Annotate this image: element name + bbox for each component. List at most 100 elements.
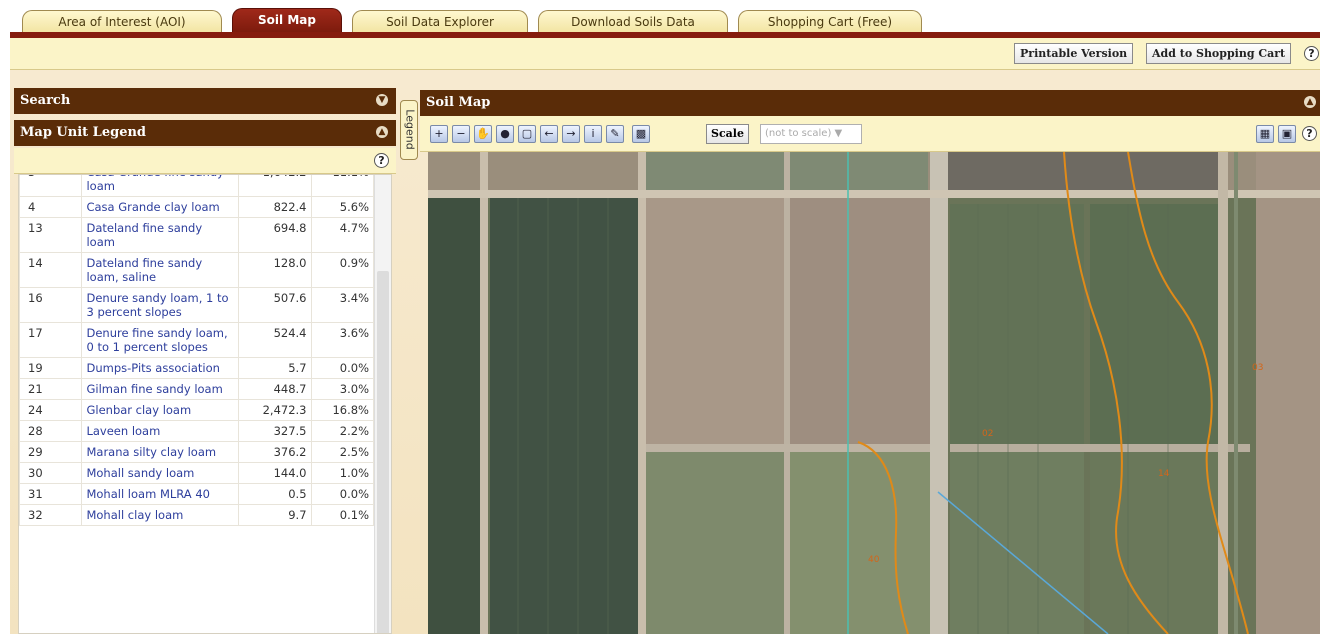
acres-in-aoi: 2,472.3 <box>237 399 312 421</box>
legend-row[interactable]: 14 Dateland fine sandy loam, saline 128.0 0… <box>19 252 375 288</box>
map-unit-name-link[interactable]: Mohall sandy loam <box>81 462 239 484</box>
legend-row[interactable]: 13 Dateland fine sandy loam 694.8 4.7% <box>19 217 375 253</box>
help-icon[interactable]: ? <box>1304 46 1319 61</box>
search-panel-header[interactable]: Search ▼ <box>14 88 396 114</box>
percent-of-aoi: 1.0% <box>310 462 375 484</box>
map-unit-symbol: 31 <box>19 483 83 505</box>
acres-in-aoi: 128.0 <box>237 252 312 288</box>
map-collapse-icon[interactable]: ▲ <box>1304 96 1316 108</box>
full-extent-globe-icon[interactable]: ● <box>496 125 514 143</box>
legend-title: Map Unit Legend <box>20 125 147 140</box>
percent-of-aoi: 2.5% <box>310 441 375 463</box>
map-unit-name-link[interactable]: Dumps-Pits association <box>81 357 239 379</box>
legend-panel-header[interactable]: Map Unit Legend ▲ <box>14 120 396 146</box>
soil-map-panel: Soil Map ▲ + − ✋ ● ▢ ← → i ✎ ▩ Scale (no… <box>420 90 1320 634</box>
acres-in-aoi: 694.8 <box>237 217 312 253</box>
map-unit-symbol: 13 <box>19 217 83 253</box>
map-unit-symbol: 29 <box>19 441 83 463</box>
add-to-shopping-cart-button[interactable]: Add to Shopping Cart <box>1146 43 1292 64</box>
tab-shopping-cart[interactable]: Shopping Cart (Free) <box>738 10 922 34</box>
map-unit-name-link[interactable]: Laveen loam <box>81 420 239 442</box>
measure-ruler-icon[interactable]: ✎ <box>606 125 624 143</box>
pan-hand-icon[interactable]: ✋ <box>474 125 492 143</box>
legend-row[interactable]: 3Casa Grande fine sandy loam1,642.211.1% <box>19 175 375 197</box>
map-unit-symbol: 14 <box>19 252 83 288</box>
collapse-icon[interactable]: ▲ <box>376 126 388 138</box>
acres-in-aoi: 5.7 <box>237 357 312 379</box>
legend-side-tab[interactable]: Legend <box>400 100 418 160</box>
acres-in-aoi: 0.5 <box>237 483 312 505</box>
legend-table-container: 3Casa Grande fine sandy loam1,642.211.1%… <box>18 174 392 634</box>
acres-in-aoi: 376.2 <box>237 441 312 463</box>
acres-in-aoi: 524.4 <box>237 322 312 358</box>
zoom-in-icon[interactable]: + <box>430 125 448 143</box>
legend-row[interactable]: 28 Laveen loam 327.5 2.2% <box>19 420 375 442</box>
legend-row[interactable]: 30 Mohall sandy loam 144.0 1.0% <box>19 462 375 484</box>
map-unit-symbol: 24 <box>19 399 83 421</box>
legend-help-icon[interactable]: ? <box>374 153 389 168</box>
app-window: Area of Interest (AOI) Soil Map Soil Dat… <box>0 0 1320 634</box>
map-unit-name-link[interactable]: Mohall loam MLRA 40 <box>81 483 239 505</box>
legend-row[interactable]: 17 Denure fine sandy loam, 0 to 1 percent… <box>19 322 375 358</box>
map-toolbar: + − ✋ ● ▢ ← → i ✎ ▩ Scale (not to scale)… <box>420 116 1320 152</box>
map-title: Soil Map <box>426 95 491 110</box>
print-map-icon[interactable]: ▩ <box>632 125 650 143</box>
scale-select[interactable]: (not to scale) ▼ <box>760 124 862 144</box>
legend-scrollbar[interactable] <box>374 175 391 633</box>
map-unit-name-link[interactable]: Dateland fine sandy loam, saline <box>81 252 239 288</box>
map-unit-name-link[interactable]: Casa Grande clay loam <box>81 196 239 218</box>
legend-row[interactable]: 24 Glenbar clay loam 2,472.3 16.8% <box>19 399 375 421</box>
zoom-out-icon[interactable]: − <box>452 125 470 143</box>
legend-row[interactable]: 21 Gilman fine sandy loam 448.7 3.0% <box>19 378 375 400</box>
aerial-imagery: 03 02 14 40 <box>428 152 1320 634</box>
percent-of-aoi: 0.1% <box>310 504 375 526</box>
legend-row[interactable]: 16 Denure sandy loam, 1 to 3 percent slop… <box>19 287 375 323</box>
percent-of-aoi: 3.6% <box>310 322 375 358</box>
printable-version-button[interactable]: Printable Version <box>1014 43 1134 64</box>
search-title: Search <box>20 93 71 108</box>
legend-side-tab-label: Legend <box>403 109 417 150</box>
legend-row[interactable]: 4 Casa Grande clay loam 822.4 5.6% <box>19 196 375 218</box>
legend-row[interactable]: 29 Marana silty clay loam 376.2 2.5% <box>19 441 375 463</box>
map-unit-symbol: 32 <box>19 504 83 526</box>
map-unit-symbol: 19 <box>19 357 83 379</box>
map-unit-name-link[interactable]: Denure sandy loam, 1 to 3 percent slopes <box>81 287 239 323</box>
legend-row[interactable]: 31 Mohall loam MLRA 40 0.5 0.0% <box>19 483 375 505</box>
tab-soil-data-explorer[interactable]: Soil Data Explorer <box>352 10 528 34</box>
scale-button[interactable]: Scale <box>706 124 749 144</box>
legend-toggle-icon[interactable]: ▣ <box>1278 125 1296 143</box>
map-help-icon[interactable]: ? <box>1302 126 1317 141</box>
legend-row[interactable]: 32 Mohall clay loam 9.7 0.1% <box>19 504 375 526</box>
tab-download-soils-data[interactable]: Download Soils Data <box>538 10 728 34</box>
left-panel: Search ▼ Map Unit Legend ▲ ? 3Casa Grand… <box>14 88 396 634</box>
map-panel-header: Soil Map ▲ <box>420 90 1320 116</box>
map-unit-symbol: 30 <box>19 462 83 484</box>
map-unit-name-link[interactable]: Mohall clay loam <box>81 504 239 526</box>
map-unit-name-link[interactable]: Casa Grande fine sandy loam <box>81 175 239 197</box>
map-unit-name-link[interactable]: Dateland fine sandy loam <box>81 217 239 253</box>
map-unit-name-link[interactable]: Glenbar clay loam <box>81 399 239 421</box>
acres-in-aoi: 507.6 <box>237 287 312 323</box>
tab-area-of-interest[interactable]: Area of Interest (AOI) <box>22 10 222 34</box>
percent-of-aoi: 2.2% <box>310 420 375 442</box>
layers-icon[interactable]: ▦ <box>1256 125 1274 143</box>
back-arrow-icon[interactable]: ← <box>540 125 558 143</box>
zoom-to-aoi-icon[interactable]: ▢ <box>518 125 536 143</box>
legend-row[interactable]: 19 Dumps-Pits association 5.7 0.0% <box>19 357 375 379</box>
map-unit-name-link[interactable]: Marana silty clay loam <box>81 441 239 463</box>
map-unit-name-link[interactable]: Gilman fine sandy loam <box>81 378 239 400</box>
acres-in-aoi: 9.7 <box>237 504 312 526</box>
aerial-map-canvas[interactable]: 03 02 14 40 <box>428 152 1320 634</box>
tab-soil-map[interactable]: Soil Map <box>232 8 342 34</box>
map-unit-symbol: 17 <box>19 322 83 358</box>
map-unit-symbol: 3 <box>19 175 83 197</box>
percent-of-aoi: 0.0% <box>310 483 375 505</box>
map-unit-name-link[interactable]: Denure fine sandy loam, 0 to 1 percent s… <box>81 322 239 358</box>
map-unit-symbol: 21 <box>19 378 83 400</box>
scrollbar-thumb[interactable] <box>377 271 389 633</box>
map-unit-label: 40 <box>868 555 880 565</box>
percent-of-aoi: 5.6% <box>310 196 375 218</box>
identify-info-icon[interactable]: i <box>584 125 602 143</box>
expand-icon[interactable]: ▼ <box>376 94 388 106</box>
forward-arrow-icon[interactable]: → <box>562 125 580 143</box>
